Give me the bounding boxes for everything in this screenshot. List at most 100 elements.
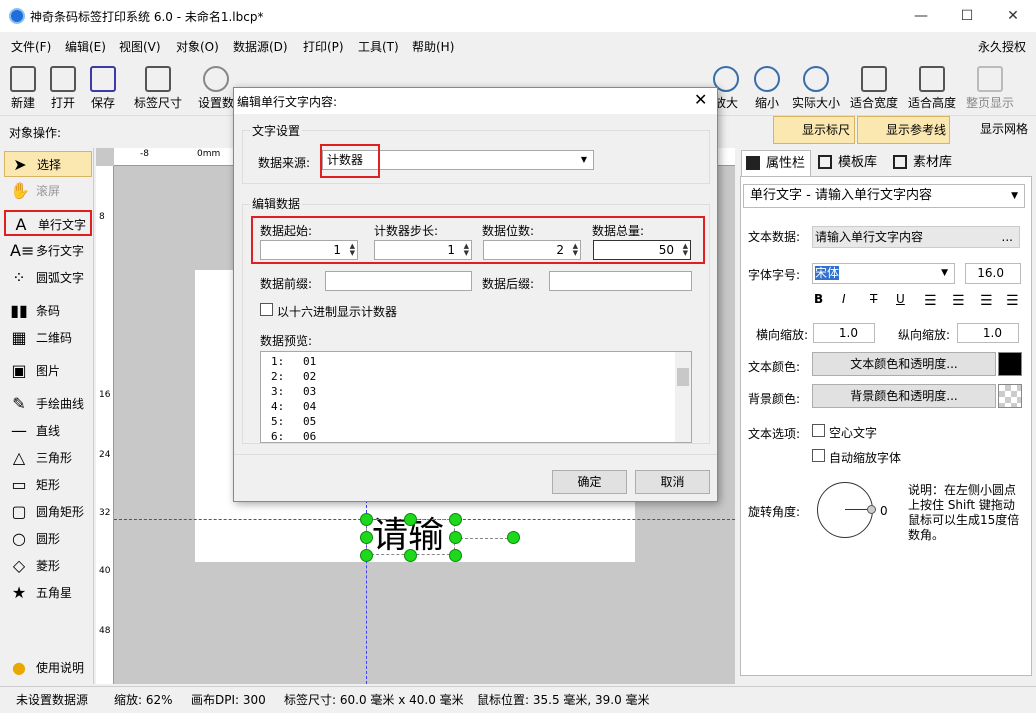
digits-spinner[interactable]: 2 ▲ ▼ [483,240,581,260]
start-spinner[interactable]: 1 ▲ ▼ [260,240,358,260]
fit-height-button[interactable]: 适合高度 [908,64,956,110]
menu-help[interactable]: 帮助(H) [412,38,454,55]
resize-handle[interactable] [360,549,373,562]
tool-barcode[interactable]: ▮▮ 条码 [4,298,92,324]
tool-star[interactable]: ★ 五角星 [4,580,92,606]
autoscale-checkbox[interactable] [812,449,825,462]
text-icon: A [15,215,27,234]
tool-single-text[interactable]: A 单行文字 [4,210,92,236]
more-button[interactable]: ... [1002,227,1013,247]
tool-arc-text[interactable]: ⁘ 圆弧文字 [4,265,92,291]
menu-edit[interactable]: 编辑(E) [65,38,106,55]
align-justify-icon[interactable]: ☰ [1006,293,1019,309]
align-left-icon[interactable]: ☰ [924,293,937,309]
bg-color-swatch[interactable] [998,384,1022,408]
fit-width-button[interactable]: 适合宽度 [850,64,898,110]
minimize-button[interactable]: — [898,0,944,32]
resize-handle[interactable] [449,549,462,562]
tool-scroll[interactable]: ✋ 滚屏 [4,178,92,204]
hscale-spinner[interactable]: 1.0 [813,323,875,343]
underline-button[interactable]: U [896,292,905,306]
ok-button[interactable]: 确定 [552,470,627,494]
tool-select[interactable]: ➤ 选择 [4,151,92,177]
status-datasource: 未设置数据源 [16,693,89,707]
resize-handle[interactable] [449,531,462,544]
license-link[interactable]: 永久授权 [978,38,1026,55]
menu-print[interactable]: 打印(P) [303,38,344,55]
resize-handle[interactable] [449,513,462,526]
status-mouse-pos: 鼠标位置: 35.5 毫米, 39.0 毫米 [477,693,650,707]
tab-templates[interactable]: 模板库 [814,150,886,176]
align-center-icon[interactable]: ☰ [952,293,965,309]
preview-list[interactable]: 1: 01 2: 02 3: 03 4: 04 5: 05 6: 06 [260,351,692,443]
tool-freehand[interactable]: ✎ 手绘曲线 [4,391,92,417]
align-right-icon[interactable]: ☰ [980,293,993,309]
tab-properties[interactable]: 属性栏 [741,150,811,176]
chevron-down-icon: ▼ [941,268,948,278]
spinner-arrows-icon: ▲ ▼ [572,242,578,257]
tool-triangle[interactable]: △ 三角形 [4,445,92,471]
menu-object[interactable]: 对象(O) [176,38,219,55]
zoom-out-button[interactable]: 缩小 [744,64,790,110]
rotate-hint: 说明：在左侧小圆点上按住 Shift 键拖动鼠标可以生成15度倍数角。 [908,483,1020,542]
tool-line[interactable]: — 直线 [4,418,92,444]
vscale-spinner[interactable]: 1.0 [957,323,1019,343]
rotate-handle[interactable] [507,531,520,544]
bg-color-button[interactable]: 背景颜色和透明度... [812,384,996,408]
resize-handle[interactable] [360,531,373,544]
show-ruler-toggle[interactable]: 显示标尺 [773,116,855,144]
tool-rect[interactable]: ▭ 矩形 [4,472,92,498]
tab-materials[interactable]: 素材库 [889,150,959,176]
maximize-button[interactable]: ☐ [944,0,990,32]
step-label: 计数器步长: [374,224,439,238]
actual-size-button[interactable]: 实际大小 [790,64,842,110]
spinner-arrows-icon: ▲ ▼ [349,242,355,257]
hex-checkbox[interactable] [260,303,273,316]
resize-handle[interactable] [404,549,417,562]
menu-datasource[interactable]: 数据源(D) [233,38,288,55]
step-spinner[interactable]: 1 ▲ ▼ [374,240,472,260]
tool-circle[interactable]: ○ 圆形 [4,526,92,552]
preview-scrollbar[interactable] [675,352,691,442]
suffix-input[interactable] [549,271,692,291]
tool-diamond[interactable]: ◇ 菱形 [4,553,92,579]
italic-button[interactable]: I [842,292,846,306]
prefix-label: 数据前缀: [260,277,313,291]
strikethrough-button[interactable]: T [870,292,877,306]
cancel-button[interactable]: 取消 [635,470,710,494]
materials-icon [893,155,907,169]
rotate-knob[interactable] [867,505,876,514]
text-color-swatch[interactable] [998,352,1022,376]
barcode-icon: ▮▮ [10,301,28,320]
text-color-button[interactable]: 文本颜色和透明度... [812,352,996,376]
dialog-close-icon[interactable]: ✕ [694,90,707,109]
prefix-input[interactable] [325,271,472,291]
help-guide[interactable]: ● 使用说明 [4,655,92,681]
text-data-field[interactable]: 请输入单行文字内容... [812,226,1020,248]
object-ops-label: 对象操作: [9,126,62,140]
fit-page-button[interactable]: 整页显示 [966,64,1014,110]
scrollbar-thumb[interactable] [677,368,689,386]
save-button[interactable]: 保存 [80,64,126,110]
menu-view[interactable]: 视图(V) [119,38,161,55]
bold-button[interactable]: B [814,292,823,306]
object-select[interactable]: 单行文字 - 请输入单行文字内容 ▼ [743,184,1025,208]
font-select[interactable]: 宋体 ▼ [812,263,955,284]
label-size-button[interactable]: 标签尺寸 [133,64,183,110]
set-data-button[interactable]: 设置数 [196,64,236,110]
resize-handle[interactable] [404,513,417,526]
tool-round-rect[interactable]: ▢ 圆角矩形 [4,499,92,525]
show-grid-toggle[interactable]: 显示网格 [956,116,1034,144]
resize-handle[interactable] [360,513,373,526]
menu-tools[interactable]: 工具(T) [358,38,399,55]
total-spinner[interactable]: 50 ▲ ▼ [593,240,691,260]
show-guides-toggle[interactable]: 显示参考线 [857,116,950,144]
tool-image[interactable]: ▣ 图片 [4,358,92,384]
hollow-checkbox[interactable] [812,424,825,437]
rotate-dial[interactable] [817,482,873,538]
close-button[interactable]: ✕ [990,0,1036,32]
font-size-spinner[interactable]: 16.0 [965,263,1021,284]
tool-qrcode[interactable]: ▦ 二维码 [4,325,92,351]
menu-file[interactable]: 文件(F) [11,38,51,55]
tool-multi-text[interactable]: A≡ 多行文字 [4,238,92,264]
